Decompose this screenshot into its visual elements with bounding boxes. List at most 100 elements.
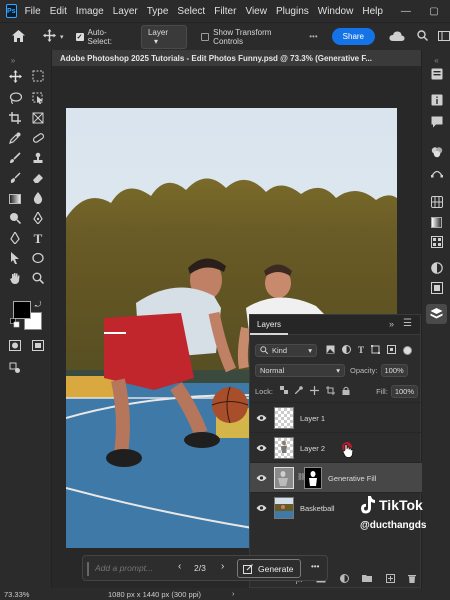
layer-row-selected[interactable]: ⛓ Generative Fill — [250, 462, 422, 492]
filter-shape-icon[interactable] — [371, 344, 381, 356]
menu-file[interactable]: File — [25, 6, 41, 17]
more-options-button[interactable]: ••• — [311, 562, 319, 571]
share-button[interactable]: Share — [331, 28, 376, 45]
lock-transparent-icon[interactable] — [279, 386, 288, 396]
swatches-panel-icon[interactable] — [429, 196, 444, 210]
workspace-icon[interactable] — [438, 30, 450, 43]
adjustments-panel-icon[interactable] — [429, 262, 444, 276]
brush-tool-icon[interactable] — [8, 152, 22, 166]
new-layer-icon[interactable] — [385, 573, 395, 585]
patterns-panel-icon[interactable] — [429, 236, 444, 250]
lock-image-icon[interactable] — [294, 386, 303, 396]
comments-panel-icon[interactable] — [429, 116, 444, 130]
history-brush-tool-icon[interactable] — [8, 172, 22, 186]
pen-tool-icon[interactable] — [8, 230, 22, 246]
lasso-tool-icon[interactable] — [8, 92, 22, 106]
more-options-icon[interactable]: ••• — [309, 32, 317, 41]
edit-toolbar-icon[interactable] — [8, 362, 22, 376]
menu-view[interactable]: View — [245, 6, 267, 17]
move-tool-icon[interactable] — [43, 29, 56, 44]
object-selection-tool-icon[interactable] — [31, 92, 45, 106]
home-icon[interactable] — [12, 29, 25, 44]
blend-mode-dropdown[interactable]: Normal ▾ — [255, 363, 345, 377]
chevron-down-icon[interactable]: ▾ — [60, 33, 64, 41]
properties-panel-icon[interactable] — [429, 68, 444, 82]
crop-tool-icon[interactable] — [8, 112, 22, 126]
cloud-icon[interactable] — [389, 30, 405, 43]
dodge-tool-icon[interactable] — [8, 212, 22, 226]
info-panel-icon[interactable] — [429, 94, 444, 108]
screen-mode-icon[interactable] — [31, 340, 45, 354]
move-tool-icon[interactable] — [8, 70, 22, 84]
visibility-eye-icon[interactable] — [256, 474, 267, 482]
layer-row[interactable]: Layer 1 — [250, 402, 422, 432]
color-panel-icon[interactable] — [429, 146, 444, 160]
menu-window[interactable]: Window — [318, 6, 354, 17]
collapse-icon[interactable]: « — [429, 54, 444, 68]
minimize-button[interactable]: — — [392, 6, 420, 17]
swap-colors-icon[interactable]: ⤾ — [31, 298, 45, 312]
collapse-icon[interactable]: » — [6, 54, 20, 68]
clone-stamp-tool-icon[interactable] — [31, 152, 45, 166]
menu-edit[interactable]: Edit — [50, 6, 67, 17]
blur-tool-icon[interactable] — [31, 192, 45, 206]
hand-tool-icon[interactable] — [8, 272, 22, 286]
document-tab[interactable]: Adobe Photoshop 2025 Tutorials - Edit Ph… — [52, 50, 422, 66]
paths-panel-icon[interactable] — [429, 166, 444, 180]
layer-mask-thumbnail[interactable] — [304, 467, 322, 489]
menu-image[interactable]: Image — [76, 6, 104, 17]
menu-layer[interactable]: Layer — [113, 6, 138, 17]
drag-handle[interactable] — [87, 562, 89, 576]
spot-healing-tool-icon[interactable] — [31, 132, 45, 146]
ellipse-tool-icon[interactable] — [31, 252, 45, 266]
fill-input[interactable]: 100% — [390, 384, 418, 398]
lock-artboard-icon[interactable] — [325, 385, 335, 397]
panel-menu-icon[interactable]: ☰ — [403, 318, 412, 329]
menu-type[interactable]: Type — [147, 6, 169, 17]
gradients-panel-icon[interactable] — [429, 216, 444, 230]
prompt-input[interactable] — [93, 559, 177, 577]
search-icon[interactable] — [417, 30, 429, 43]
new-group-icon[interactable] — [362, 574, 372, 584]
visibility-eye-icon[interactable] — [256, 444, 267, 452]
layers-panel-icon[interactable] — [426, 304, 447, 324]
foreground-color-swatch[interactable] — [13, 301, 31, 319]
default-colors-icon[interactable] — [8, 318, 22, 332]
libraries-panel-icon[interactable] — [429, 282, 444, 296]
lock-position-icon[interactable] — [309, 385, 319, 397]
next-variation-button[interactable]: › — [221, 561, 224, 572]
gradient-tool-icon[interactable] — [8, 192, 22, 206]
maximize-button[interactable]: ▢ — [420, 6, 448, 17]
visibility-eye-icon[interactable] — [256, 414, 267, 422]
filter-type-icon[interactable]: T — [358, 345, 364, 355]
adjustment-layer-icon[interactable] — [339, 573, 349, 585]
collapse-icon[interactable]: » — [389, 319, 394, 329]
filter-adjustment-icon[interactable] — [342, 344, 351, 356]
menu-plugins[interactable]: Plugins — [276, 6, 309, 17]
zoom-tool-icon[interactable] — [31, 272, 45, 286]
type-tool-icon[interactable]: T — [31, 232, 45, 246]
auto-select-target-dropdown[interactable]: Layer ▾ — [140, 24, 188, 49]
generate-button[interactable]: Generate — [237, 559, 301, 578]
trash-icon[interactable] — [408, 574, 416, 585]
path-selection-tool-icon[interactable] — [8, 252, 22, 266]
previous-variation-button[interactable]: ‹ — [178, 561, 181, 572]
lock-all-icon[interactable] — [342, 386, 350, 397]
frame-tool-icon[interactable] — [31, 112, 45, 126]
opacity-input[interactable]: 100% — [380, 363, 408, 377]
pen-tool-icon[interactable] — [31, 210, 45, 226]
filter-toggle-icon[interactable] — [403, 345, 413, 355]
layer-row[interactable]: Layer 2 — [250, 432, 422, 462]
menu-select[interactable]: Select — [177, 6, 205, 17]
auto-select-checkbox[interactable]: ✓ Auto-Select: — [75, 28, 131, 46]
eraser-tool-icon[interactable] — [31, 172, 45, 186]
menu-filter[interactable]: Filter — [214, 6, 236, 17]
chevron-right-icon[interactable]: › — [232, 589, 235, 598]
layers-tab[interactable]: Layers — [250, 315, 289, 335]
filter-smart-object-icon[interactable] — [387, 344, 397, 356]
filter-pixel-icon[interactable] — [326, 345, 335, 356]
filter-kind-dropdown[interactable]: Kind ▾ — [255, 343, 317, 357]
zoom-level[interactable]: 73.33% — [4, 590, 29, 599]
quick-mask-icon[interactable] — [8, 340, 22, 354]
visibility-eye-icon[interactable] — [256, 504, 267, 512]
